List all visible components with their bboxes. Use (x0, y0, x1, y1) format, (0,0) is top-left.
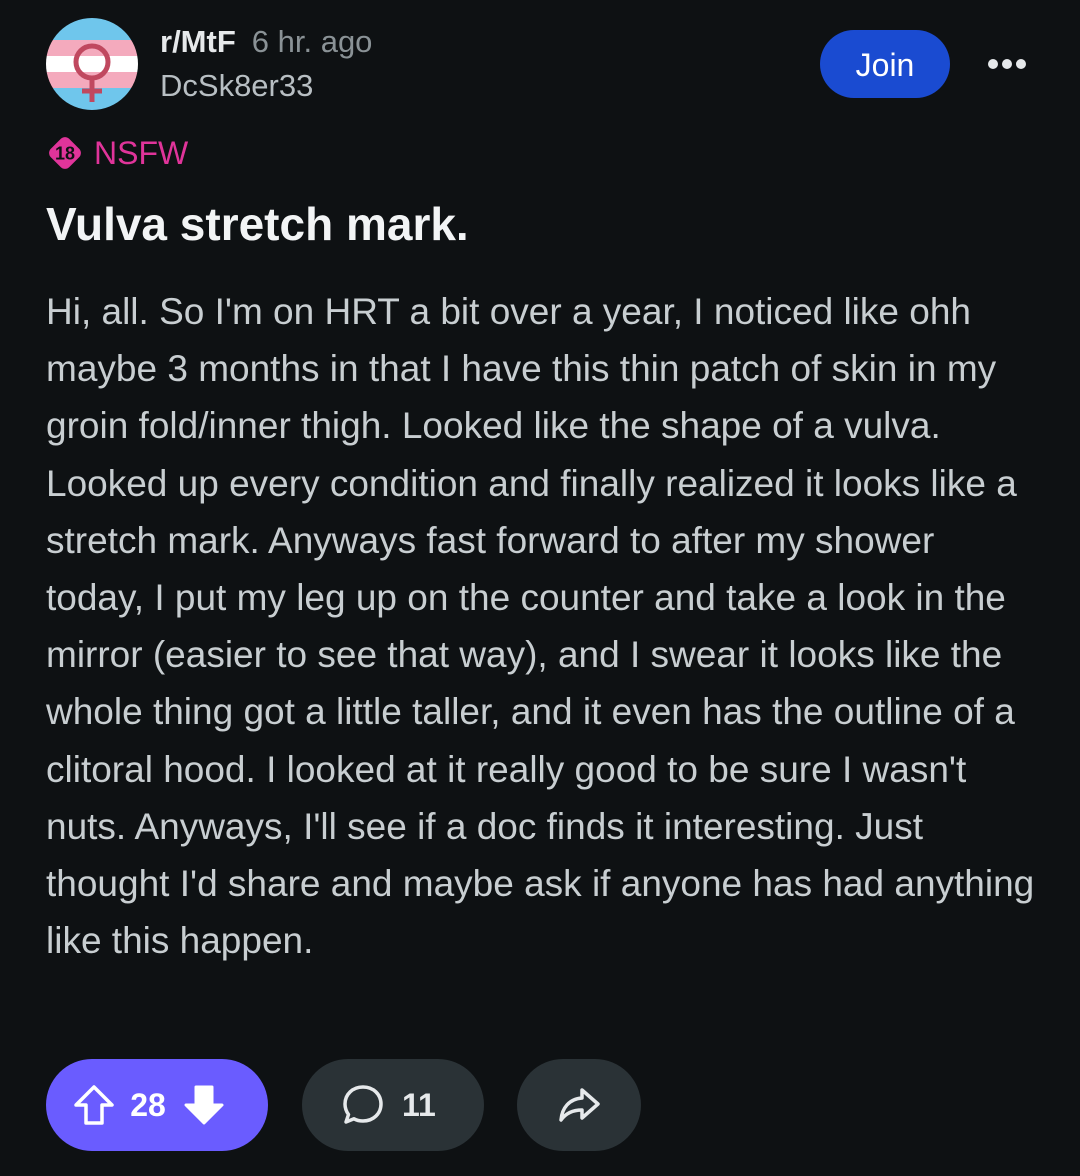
author-name[interactable]: DcSk8er33 (160, 68, 372, 104)
comment-count: 11 (402, 1086, 436, 1123)
comment-bubble-icon (338, 1080, 388, 1130)
nsfw-18-icon: 18 (46, 134, 84, 172)
nsfw-badge-number: 18 (55, 144, 75, 164)
share-button[interactable] (517, 1059, 641, 1151)
join-button[interactable]: Join (820, 30, 950, 98)
vote-control: 28 (46, 1059, 268, 1151)
more-horizontal-icon (988, 59, 1026, 69)
trans-flag-venus-icon (46, 18, 138, 110)
downvote-arrow-icon (184, 1085, 224, 1125)
post-body: Hi, all. So I'm on HRT a bit over a year… (46, 291, 1035, 962)
post-header: r/MtF 6 hr. ago DcSk8er33 Join (46, 18, 1046, 118)
share-arrow-icon (559, 1088, 600, 1122)
post-meta: r/MtF 6 hr. ago DcSk8er33 (160, 24, 372, 104)
post-title[interactable]: Vulva stretch mark. (46, 194, 469, 254)
nsfw-label: NSFW (94, 135, 189, 171)
downvote-button[interactable] (176, 1077, 232, 1133)
subreddit-name[interactable]: r/MtF (160, 24, 236, 59)
nsfw-tag: 18 NSFW (46, 133, 188, 173)
subreddit-avatar[interactable] (46, 18, 138, 110)
upvote-arrow-icon (74, 1085, 114, 1125)
upvote-button[interactable] (66, 1077, 122, 1133)
more-options-button[interactable] (978, 32, 1036, 96)
vote-count: 28 (130, 1086, 166, 1123)
post-time: 6 hr. ago (251, 24, 373, 59)
comments-button[interactable]: 11 (302, 1059, 484, 1151)
